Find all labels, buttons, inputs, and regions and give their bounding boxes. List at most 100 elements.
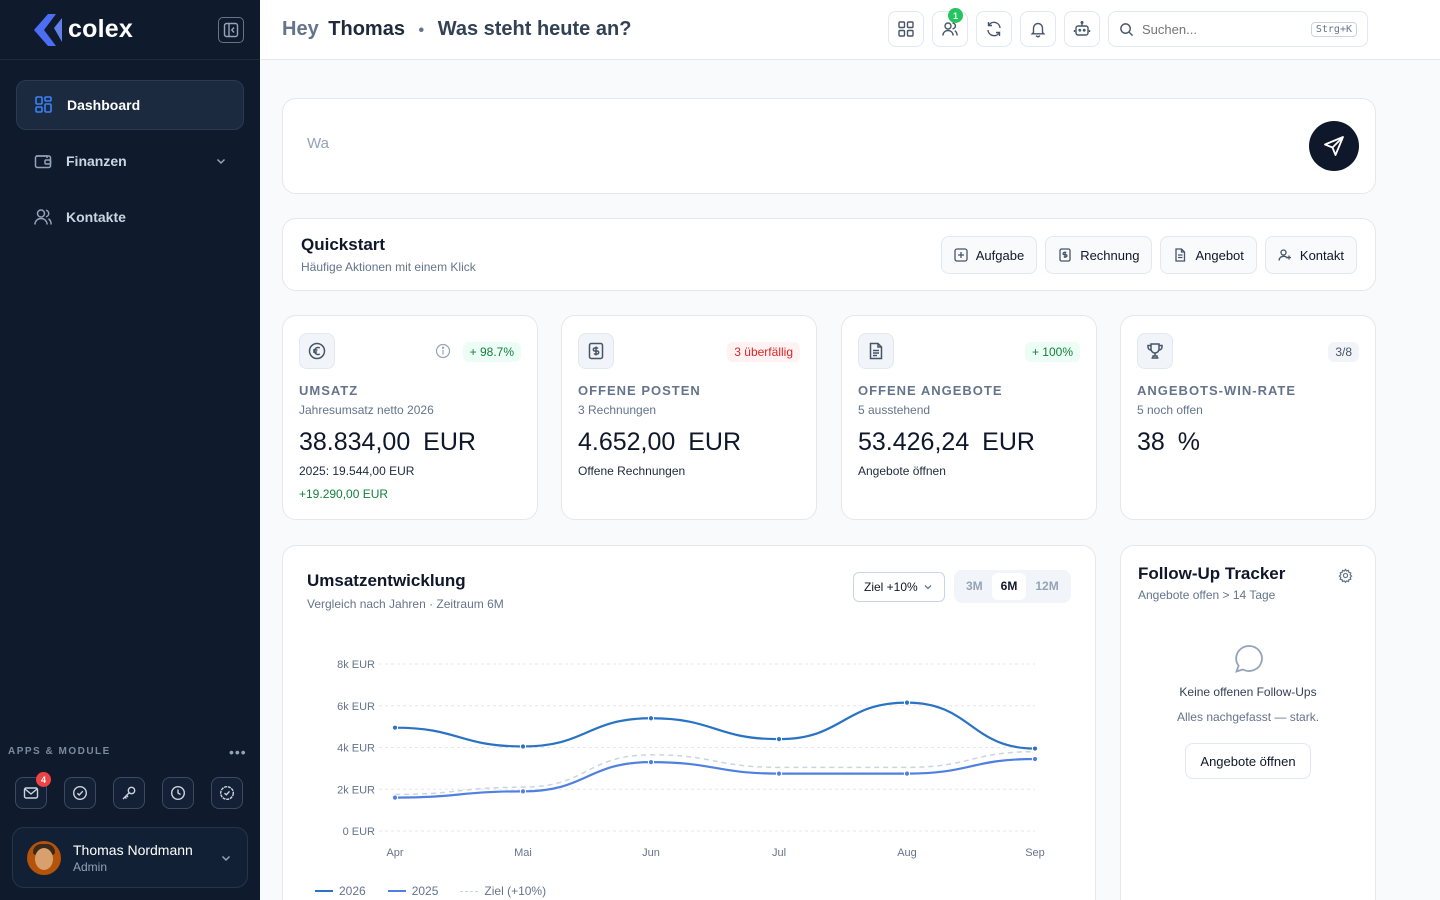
user-name: Thomas Nordmann	[73, 841, 193, 858]
team-badge: 1	[948, 8, 963, 23]
bell-icon	[1030, 22, 1046, 38]
ai-prompt-input[interactable]	[307, 135, 1207, 152]
quickstart-subtitle: Häufige Aktionen mit einem Klick	[301, 260, 476, 274]
legend-item[interactable]: Ziel (+10%)	[460, 884, 546, 898]
kpi-value: 53.426,24 EUR	[858, 428, 1035, 456]
collapse-sidebar-button[interactable]	[218, 16, 244, 43]
data-point	[1031, 755, 1039, 763]
new-offer-label: Angebot	[1195, 247, 1244, 263]
notifications-button[interactable]	[1020, 11, 1056, 47]
clock-icon	[170, 785, 186, 801]
revenue-chart-card: Umsatzentwicklung Vergleich nach Jahren …	[282, 545, 1096, 900]
status-badge: + 98.7%	[462, 342, 521, 362]
gear-icon[interactable]	[1338, 568, 1353, 583]
avatar	[27, 840, 61, 875]
app-passwords-button[interactable]	[113, 777, 145, 809]
greeting-question: Was steht heute an?	[437, 18, 632, 40]
new-invoice-button[interactable]: Rechnung	[1045, 236, 1153, 274]
kpi-value: 38 %	[1137, 428, 1200, 456]
kpi-label: ANGEBOTS-WIN-RATE	[1137, 383, 1297, 398]
chart-legend: 2026 2025 Ziel (+10%)	[315, 884, 546, 898]
kpi-open-offers-link[interactable]: Angebote öffnen	[858, 464, 946, 478]
nav-label-kontakte: Kontakte	[66, 209, 126, 225]
greeting-name: Thomas	[328, 18, 405, 40]
send-button[interactable]	[1309, 121, 1359, 171]
app-tasks-button[interactable]	[64, 777, 96, 809]
kpi-offene-posten[interactable]: 3 überfällig OFFENE POSTEN 3 Rechnungen …	[561, 315, 817, 520]
followup-empty-title: Keine offenen Follow-Ups	[1179, 685, 1317, 699]
search-input[interactable]	[1142, 21, 1292, 37]
legend-label: 2025	[411, 884, 439, 898]
status-badge: 3/8	[1328, 342, 1359, 362]
top-header: Hey Thomas • Was steht heute an? 1 Strg+…	[260, 0, 1440, 60]
quickstart-title: Quickstart	[301, 235, 386, 254]
quickstart-actions: Aufgabe Rechnung Angebot Kontakt	[940, 236, 1357, 274]
team-button[interactable]: 1	[932, 8, 968, 47]
y-tick-label: 4k EUR	[337, 743, 375, 755]
mail-badge: 4	[36, 772, 51, 787]
data-point	[391, 724, 399, 731]
followup-tracker-card: Follow-Up Tracker Angebote offen > 14 Ta…	[1120, 545, 1376, 900]
info-icon[interactable]	[435, 343, 451, 359]
legend-item[interactable]: 2025	[387, 884, 439, 898]
nav-label-dashboard: Dashboard	[67, 97, 141, 113]
y-tick-label: 2k EUR	[337, 784, 375, 796]
new-contact-button[interactable]: Kontakt	[1264, 236, 1357, 274]
search-icon	[1120, 22, 1134, 36]
plus-square-icon	[954, 248, 968, 262]
followup-empty-subtitle: Alles nachgefasst — stark.	[1176, 710, 1320, 724]
kpi-umsatz[interactable]: + 98.7% UMSATZ Jahresumsatz netto 2026 3…	[282, 315, 538, 520]
open-offers-button[interactable]: Angebote öffnen	[1185, 743, 1311, 779]
data-point	[1031, 745, 1039, 752]
nav-item-dashboard[interactable]: Dashboard	[16, 80, 244, 130]
data-point	[519, 788, 527, 795]
new-invoice-label: Rechnung	[1080, 247, 1140, 263]
app-time-button[interactable]	[162, 777, 194, 809]
key-icon	[122, 786, 136, 800]
new-contact-label: Kontakt	[1299, 247, 1344, 263]
x-tick-label: Aug	[897, 847, 917, 859]
kpi-win-rate[interactable]: 3/8 ANGEBOTS-WIN-RATE 5 noch offen 38 %	[1120, 315, 1376, 520]
legend-swatch	[387, 890, 406, 892]
legend-label: 2026	[339, 884, 366, 898]
layout-grid-icon	[898, 21, 914, 37]
brand-name: colex	[68, 15, 133, 43]
message-circle-icon	[1235, 645, 1263, 673]
kpi-description: 5 noch offen	[1137, 403, 1203, 417]
data-point	[903, 699, 911, 706]
euro-icon	[299, 333, 335, 369]
invoice-icon	[1059, 248, 1071, 262]
legend-swatch	[460, 890, 479, 892]
colex-logo-icon	[34, 13, 62, 46]
legend-item[interactable]: 2026	[315, 884, 366, 898]
user-info: Thomas Nordmann Admin	[73, 842, 193, 874]
app-approvals-button[interactable]	[211, 777, 243, 809]
apps-section-label: APPS & MODULE	[8, 746, 111, 757]
x-tick-label: Apr	[386, 847, 403, 859]
nav-item-kontakte[interactable]: Kontakte	[16, 192, 244, 242]
widgets-button[interactable]	[888, 11, 924, 47]
kpi-offene-angebote[interactable]: + 100% OFFENE ANGEBOTE 5 ausstehend 53.4…	[841, 315, 1097, 520]
apps-more-button[interactable]: •••	[229, 744, 247, 760]
kpi-delta: +19.290,00 EUR	[299, 487, 389, 501]
quickstart-card: Quickstart Häufige Aktionen mit einem Kl…	[282, 218, 1376, 291]
app-mail-button[interactable]: 4	[15, 772, 51, 809]
new-task-button[interactable]: Aufgabe	[940, 236, 1038, 274]
assistant-button[interactable]	[1064, 11, 1100, 47]
sync-button[interactable]	[976, 11, 1012, 47]
new-offer-button[interactable]: Angebot	[1160, 236, 1257, 274]
header-actions: 1	[888, 8, 1100, 47]
data-point	[391, 794, 399, 801]
kpi-description: Jahresumsatz netto 2026	[299, 403, 434, 417]
brand: colex	[0, 0, 260, 60]
status-badge: + 100%	[1024, 342, 1080, 362]
sidebar: colex Dashboard Finanzen Kontakte APPS &…	[0, 0, 260, 900]
y-tick-label: 6k EUR	[337, 701, 375, 713]
main-nav: Dashboard Finanzen Kontakte	[0, 60, 260, 268]
data-point	[775, 736, 783, 743]
kpi-value: 38.834,00 EUR	[299, 428, 476, 456]
user-menu[interactable]: Thomas Nordmann Admin	[12, 827, 248, 888]
nav-item-finanzen[interactable]: Finanzen	[16, 136, 244, 186]
global-search[interactable]: Strg+K	[1108, 11, 1368, 47]
ai-prompt-card	[282, 98, 1376, 194]
